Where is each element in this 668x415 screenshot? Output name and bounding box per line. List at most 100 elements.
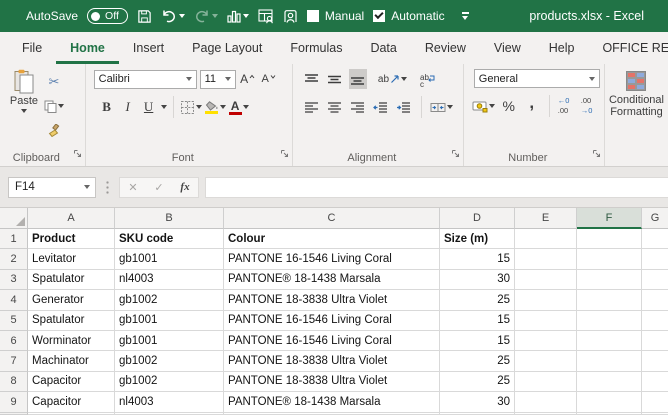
row-header[interactable]: 4 <box>0 290 28 311</box>
cell-product[interactable]: Spatulator <box>28 269 115 291</box>
col-header-a[interactable]: A <box>28 208 115 229</box>
undo-dropdown-icon[interactable] <box>178 14 185 18</box>
cell-size[interactable]: 15 <box>440 330 515 352</box>
comma-style-button[interactable]: , <box>523 93 541 116</box>
cell-empty[interactable] <box>642 311 668 331</box>
cell-empty[interactable] <box>642 229 668 250</box>
middle-align-button[interactable] <box>326 69 344 89</box>
customize-qat-button[interactable] <box>461 12 469 20</box>
tab-formulas[interactable]: Formulas <box>276 32 356 64</box>
cell-empty[interactable] <box>577 310 642 331</box>
col-header-c[interactable]: C <box>224 208 440 229</box>
font-name-dropdown-icon[interactable] <box>185 77 192 81</box>
borders-dropdown-icon[interactable] <box>195 105 202 109</box>
cell-colour[interactable]: PANTONE 18-3838 Ultra Violet <box>224 290 440 311</box>
cell-product[interactable]: Capacitor <box>28 371 115 393</box>
cell-empty[interactable] <box>515 290 577 311</box>
alignment-dialog-launcher[interactable] <box>451 145 460 163</box>
tab-office-remote[interactable]: OFFICE REMOTE <box>588 32 668 64</box>
cell-empty[interactable] <box>515 229 577 250</box>
font-dialog-launcher[interactable] <box>280 145 289 163</box>
cell-colour[interactable]: PANTONE® 18-1438 Marsala <box>224 392 440 413</box>
row-header[interactable]: 8 <box>0 371 28 393</box>
cell-product[interactable]: Capacitor <box>28 392 115 413</box>
cell-sku[interactable]: gb1001 <box>115 249 224 270</box>
insert-function-button[interactable]: fx <box>172 181 198 193</box>
row-header[interactable]: 9 <box>0 392 28 413</box>
accounting-format-button[interactable] <box>472 96 495 116</box>
copy-dropdown-icon[interactable] <box>58 104 64 108</box>
tab-view[interactable]: View <box>480 32 535 64</box>
orientation-button[interactable]: ab <box>378 69 408 89</box>
cell-d1[interactable]: Size (m) <box>440 229 515 250</box>
cell-sku[interactable]: gb1001 <box>115 310 224 331</box>
tab-review[interactable]: Review <box>411 32 480 64</box>
cell-empty[interactable] <box>577 392 642 413</box>
align-left-button[interactable] <box>303 97 321 117</box>
orientation-dropdown-icon[interactable] <box>401 77 408 81</box>
bold-button[interactable]: B <box>98 97 116 117</box>
cell-colour[interactable]: PANTONE 16-1546 Living Coral <box>224 310 440 331</box>
conditional-formatting-button[interactable]: Conditional Formatting <box>609 69 664 118</box>
cell-empty[interactable] <box>642 249 668 270</box>
cell-size[interactable]: 25 <box>440 371 515 393</box>
cell-product[interactable]: Levitator <box>28 249 115 270</box>
font-size-select[interactable]: 11 <box>199 69 236 89</box>
top-align-button[interactable] <box>303 69 321 89</box>
cell-size[interactable]: 15 <box>440 310 515 331</box>
chart-button[interactable] <box>227 9 249 23</box>
cell-colour[interactable]: PANTONE® 18-1438 Marsala <box>224 269 440 291</box>
align-right-button[interactable] <box>349 97 367 117</box>
percent-style-button[interactable]: % <box>500 96 518 116</box>
tab-help[interactable]: Help <box>535 32 589 64</box>
cell-empty[interactable] <box>577 249 642 270</box>
cell-product[interactable]: Worminator <box>28 330 115 352</box>
save-button[interactable] <box>137 9 152 24</box>
grow-font-button[interactable]: A <box>239 69 257 89</box>
align-center-button[interactable] <box>326 97 344 117</box>
col-header-d[interactable]: D <box>440 208 515 229</box>
merge-center-button[interactable] <box>430 97 453 117</box>
cell-product[interactable]: Machinator <box>28 351 115 372</box>
cell-empty[interactable] <box>515 310 577 331</box>
paste-dropdown-icon[interactable] <box>21 109 27 113</box>
cell-empty[interactable] <box>515 269 577 291</box>
cell-size[interactable]: 30 <box>440 392 515 413</box>
cell-empty[interactable] <box>642 290 668 311</box>
cell-empty[interactable] <box>515 249 577 270</box>
cell-empty[interactable] <box>515 330 577 352</box>
col-header-e[interactable]: E <box>515 208 577 229</box>
cell-empty[interactable] <box>577 351 642 372</box>
underline-dropdown-icon[interactable] <box>160 105 167 109</box>
row-header[interactable]: 5 <box>0 310 28 331</box>
formula-input[interactable] <box>205 176 668 198</box>
number-format-select[interactable]: General <box>473 69 600 88</box>
cell-a1[interactable]: Product <box>28 229 115 250</box>
tab-data[interactable]: Data <box>356 32 410 64</box>
enter-button[interactable]: ✓ <box>146 181 172 194</box>
decrease-decimal-button[interactable]: .00 →0 <box>581 96 599 116</box>
wrap-text-button[interactable]: ab c <box>419 70 437 90</box>
merge-dropdown-icon[interactable] <box>446 105 453 109</box>
cell-empty[interactable] <box>515 392 577 413</box>
checkbox-unchecked-icon[interactable] <box>306 10 319 22</box>
cell-colour[interactable]: PANTONE 16-1546 Living Coral <box>224 330 440 352</box>
name-box-dropdown-icon[interactable] <box>84 185 90 189</box>
decrease-indent-button[interactable] <box>372 97 390 117</box>
row-header[interactable]: 6 <box>0 330 28 352</box>
row-header[interactable]: 3 <box>0 269 28 291</box>
fill-color-button[interactable] <box>205 97 226 117</box>
shrink-font-button[interactable]: A <box>260 69 278 89</box>
clipboard-dialog-launcher[interactable] <box>73 145 82 163</box>
sheet-people-button[interactable] <box>258 8 274 24</box>
cell-empty[interactable] <box>577 330 642 352</box>
accounting-dropdown-icon[interactable] <box>488 104 495 108</box>
cell-empty[interactable] <box>642 331 668 352</box>
chart-dropdown-icon[interactable] <box>242 14 249 18</box>
cell-product[interactable]: Generator <box>28 290 115 311</box>
cell-size[interactable]: 30 <box>440 269 515 291</box>
cell-empty[interactable] <box>577 371 642 393</box>
cell-sku[interactable]: gb1002 <box>115 290 224 311</box>
cell-b1[interactable]: SKU code <box>115 229 224 250</box>
tab-insert[interactable]: Insert <box>119 32 178 64</box>
